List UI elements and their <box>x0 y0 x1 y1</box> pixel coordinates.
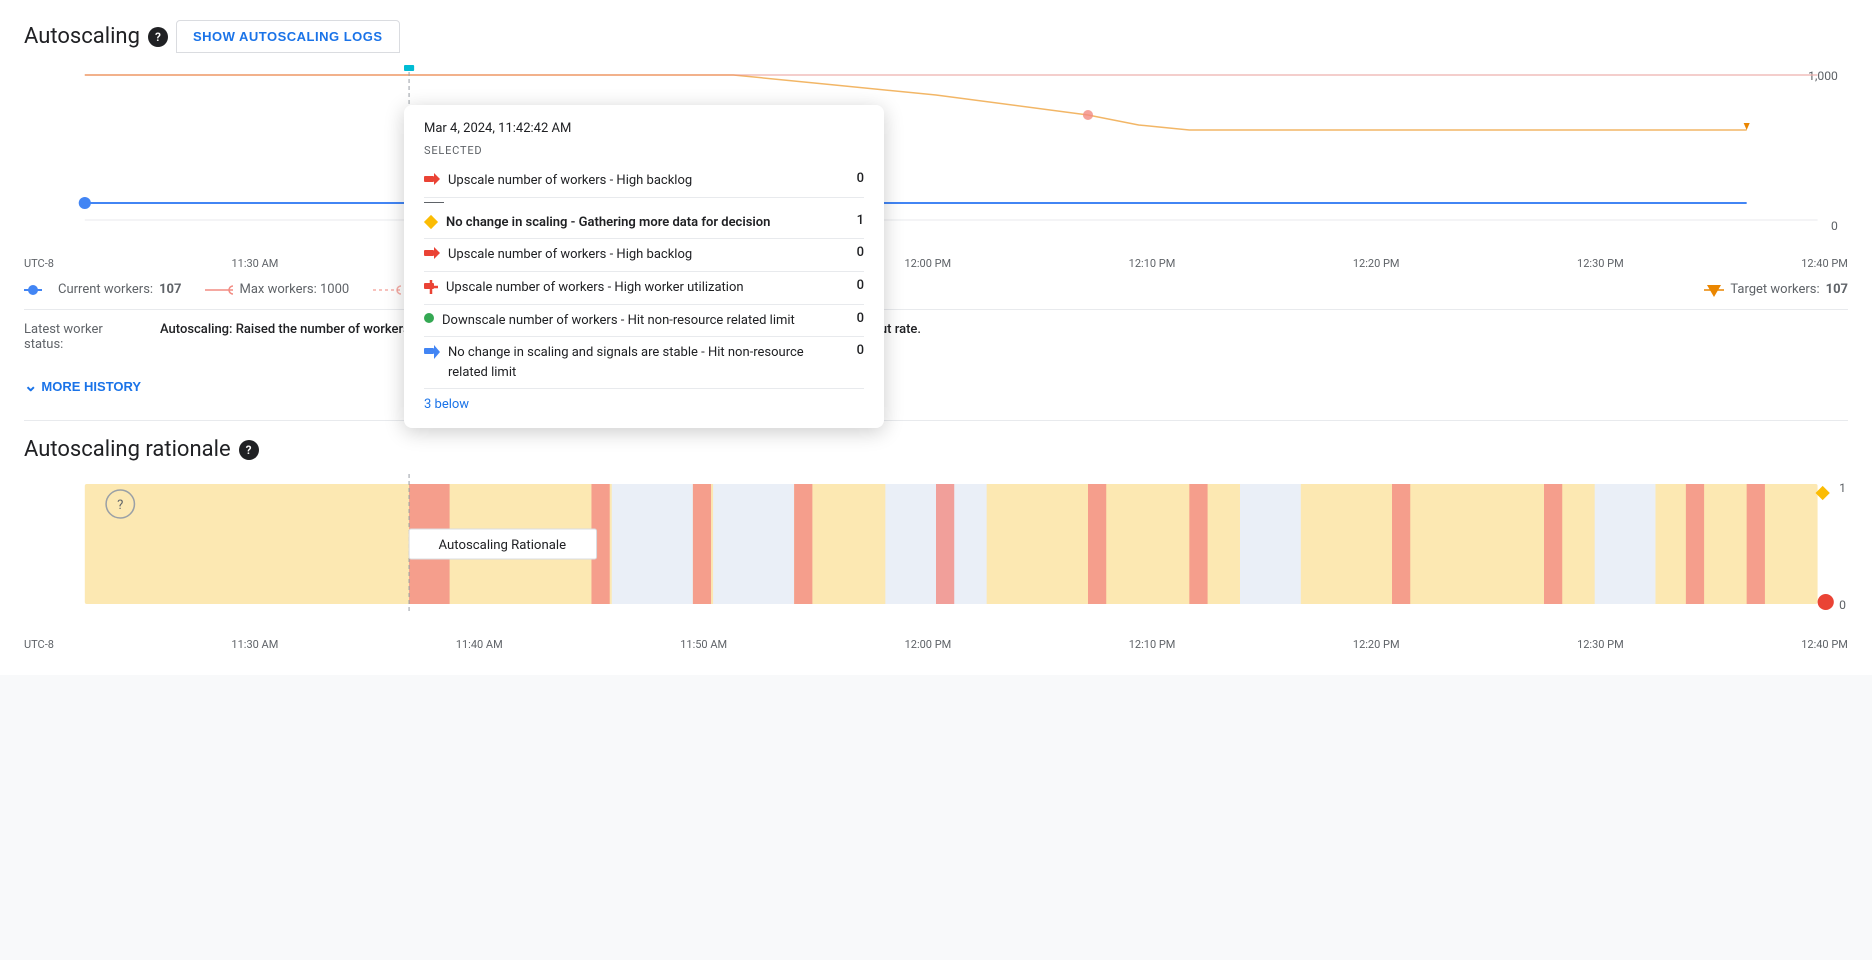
tooltip-row-label: Upscale number of workers - High backlog <box>448 245 844 265</box>
rationale-chart: ? 1 0 Autoscaling Rationale <box>24 474 1848 634</box>
svg-text:?: ? <box>117 498 123 513</box>
rationale-help-icon[interactable]: ? <box>239 440 259 460</box>
worker-status-section: Latest worker status: Autoscaling: Raise… <box>24 309 1848 352</box>
svg-text:1,000: 1,000 <box>1808 69 1838 83</box>
tooltip-divider <box>424 202 444 203</box>
tooltip-row-value: 0 <box>844 278 864 293</box>
time-axis-label: 12:00 PM <box>904 257 951 270</box>
svg-text:0: 0 <box>1831 219 1838 233</box>
rationale-chart-svg: ? 1 0 Autoscaling Rationale <box>24 474 1848 614</box>
tooltip-row-content: Downscale number of workers - Hit non-re… <box>424 311 844 331</box>
tooltip-row-label: Upscale number of workers - High worker … <box>446 278 844 298</box>
tooltip-row-label: Downscale number of workers - Hit non-re… <box>442 311 844 331</box>
more-history-button[interactable]: ⌄ MORE HISTORY <box>24 368 141 404</box>
tooltip-timestamp: Mar 4, 2024, 11:42:42 AM <box>424 121 864 136</box>
tooltip-selected-item-label: No change in scaling - Gathering more da… <box>446 213 844 233</box>
red-cross-icon <box>424 280 438 298</box>
rationale-time-label: 12:40 PM <box>1801 638 1848 651</box>
tooltip-selected-label: SELECTED <box>424 144 864 157</box>
time-axis-label: 12:40 PM <box>1801 257 1848 270</box>
tooltip-row-label: No change in scaling and signals are sta… <box>448 343 844 382</box>
time-axis-label: 11:30 AM <box>231 257 278 270</box>
min-workers-line-icon <box>373 284 401 296</box>
blue-triangle-icon <box>424 345 440 363</box>
autoscaling-title: Autoscaling <box>24 24 140 49</box>
autoscaling-help-icon[interactable]: ? <box>148 27 168 47</box>
time-axis-label: 12:30 PM <box>1577 257 1624 270</box>
tooltip-row-content: Upscale number of workers - High worker … <box>424 278 844 298</box>
tooltip-selected-item-value: 1 <box>844 213 864 228</box>
rationale-time-axis-tz: UTC-8 <box>24 638 54 651</box>
tooltip-row: No change in scaling and signals are sta… <box>424 337 864 389</box>
autoscaling-tooltip: Mar 4, 2024, 11:42:42 AM SELECTED Upscal… <box>404 105 884 428</box>
max-workers-legend-label: Max workers: 1000 <box>239 282 349 297</box>
max-workers-legend: Max workers: 1000 <box>205 282 349 297</box>
rationale-time-label: 12:20 PM <box>1353 638 1400 651</box>
current-workers-legend-label: Current workers: <box>58 282 153 297</box>
tooltip-row-selected: No change in scaling - Gathering more da… <box>424 207 864 240</box>
green-circle-icon <box>424 313 434 323</box>
autoscaling-chart: 1,000 0 Mar 4, 2024, 11:42:42 AM <box>24 65 1848 245</box>
tooltip-row-content: No change in scaling and signals are sta… <box>424 343 844 382</box>
target-workers-legend-label: Target workers: <box>1730 282 1819 297</box>
chart-time-axis: UTC-8 11:30 AM 11:40 AM 11:50 PM 12:00 P… <box>24 253 1848 274</box>
svg-text:0: 0 <box>1839 598 1846 612</box>
tooltip-row-value: 0 <box>844 245 864 260</box>
tooltip-below-link[interactable]: 3 below <box>424 397 864 412</box>
time-axis-label: 12:20 PM <box>1353 257 1400 270</box>
current-workers-line-icon <box>24 284 52 296</box>
max-workers-line-icon <box>205 284 233 296</box>
tooltip-row: Upscale number of workers - High backlog… <box>424 239 864 272</box>
tooltip-row: Downscale number of workers - Hit non-re… <box>424 305 864 338</box>
current-workers-legend: Current workers: 107 <box>24 282 181 297</box>
tooltip-row-label: Upscale number of workers - High backlog <box>448 171 844 191</box>
tooltip-row: Upscale number of workers - High worker … <box>424 272 864 305</box>
tooltip-row-content: No change in scaling - Gathering more da… <box>424 213 844 233</box>
chart-svg: 1,000 0 <box>24 65 1848 245</box>
rationale-title: Autoscaling rationale <box>24 437 231 462</box>
chart-legend: Current workers: 107 Max workers: 1000 M… <box>24 282 1848 297</box>
time-axis-label: 12:10 PM <box>1129 257 1176 270</box>
red-arrow-icon-2 <box>424 247 440 263</box>
tooltip-row-value: 0 <box>844 343 864 358</box>
current-workers-value: 107 <box>159 282 181 297</box>
tooltip-row-content: Upscale number of workers - High backlog <box>424 171 844 191</box>
rationale-time-label: 12:10 PM <box>1129 638 1176 651</box>
svg-text:1: 1 <box>1839 481 1846 495</box>
rationale-time-axis: UTC-8 11:30 AM 11:40 AM 11:50 AM 12:00 P… <box>24 634 1848 655</box>
rationale-time-label: 12:30 PM <box>1577 638 1624 651</box>
show-logs-button[interactable]: SHOW AUTOSCALING LOGS <box>176 20 400 53</box>
tooltip-row: Upscale number of workers - High backlog… <box>424 165 864 198</box>
status-label: Latest worker status: <box>24 322 144 352</box>
time-axis-tz: UTC-8 <box>24 257 54 270</box>
more-history-label: MORE HISTORY <box>41 379 141 394</box>
rationale-time-label: 12:00 PM <box>905 638 952 651</box>
tooltip-row-content: Upscale number of workers - High backlog <box>424 245 844 265</box>
target-workers-value: 107 <box>1826 282 1848 297</box>
target-workers-triangle-icon <box>1704 283 1724 297</box>
tooltip-row-value: 0 <box>844 171 864 186</box>
target-workers-legend: Target workers: 107 <box>1704 282 1848 297</box>
orange-diamond-icon <box>424 215 438 229</box>
rationale-time-label: 11:50 AM <box>680 638 727 651</box>
tooltip-row-value: 0 <box>844 311 864 326</box>
red-arrow-icon <box>424 173 440 189</box>
section-divider <box>24 420 1848 421</box>
rationale-time-label: 11:40 AM <box>456 638 503 651</box>
rationale-time-label: 11:30 AM <box>231 638 278 651</box>
svg-text:Autoscaling Rationale: Autoscaling Rationale <box>439 538 567 553</box>
chevron-down-icon: ⌄ <box>24 376 37 396</box>
